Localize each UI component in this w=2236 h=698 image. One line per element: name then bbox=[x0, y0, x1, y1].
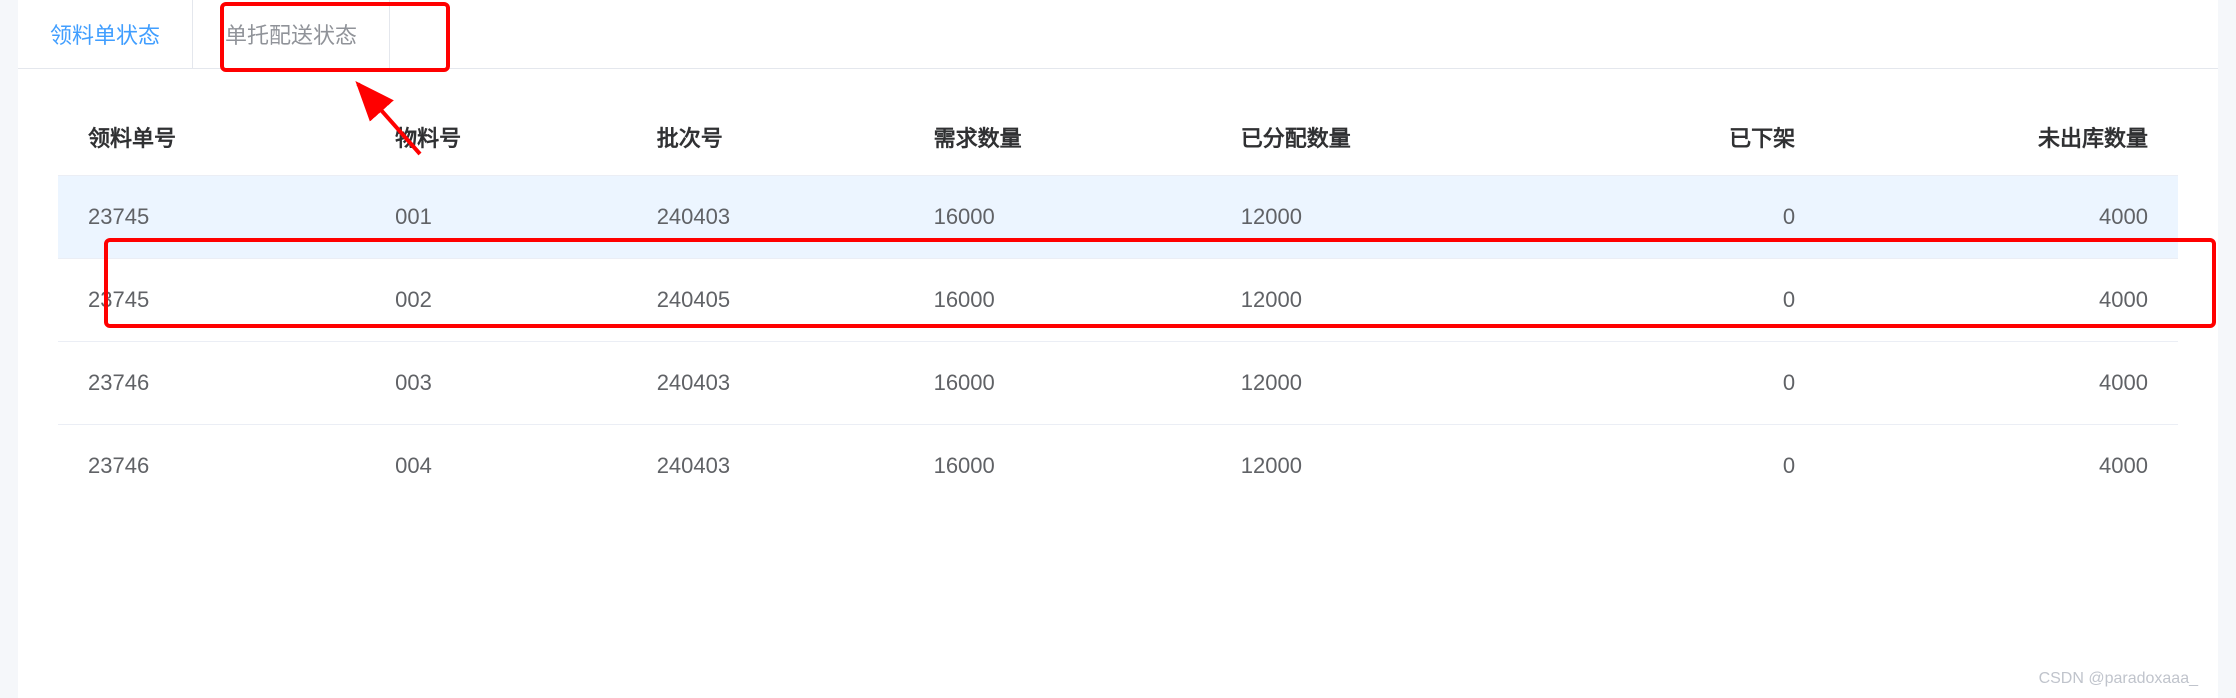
table-cell: 0 bbox=[1564, 259, 1826, 342]
tab-material-status[interactable]: 领料单状态 bbox=[18, 0, 193, 68]
col-allocated-qty: 已分配数量 bbox=[1211, 99, 1564, 176]
tabs-bar: 领料单状态 单托配送状态 bbox=[18, 0, 2218, 69]
table-cell: 0 bbox=[1564, 176, 1826, 259]
col-batch-no: 批次号 bbox=[627, 99, 904, 176]
table-cell: 16000 bbox=[904, 259, 1211, 342]
table-cell: 12000 bbox=[1211, 259, 1564, 342]
col-demand-qty: 需求数量 bbox=[904, 99, 1211, 176]
table-row[interactable]: 23745001240403160001200004000 bbox=[58, 176, 2178, 259]
table-row[interactable]: 23745002240405160001200004000 bbox=[58, 259, 2178, 342]
table-cell: 12000 bbox=[1211, 425, 1564, 508]
table-cell: 240405 bbox=[627, 259, 904, 342]
col-unshelved: 已下架 bbox=[1564, 99, 1826, 176]
data-table: 领料单号 物料号 批次号 需求数量 已分配数量 已下架 未出库数量 237450… bbox=[58, 99, 2178, 507]
table-cell: 23746 bbox=[58, 425, 365, 508]
table-cell: 16000 bbox=[904, 342, 1211, 425]
table-cell: 23746 bbox=[58, 342, 365, 425]
table-cell: 003 bbox=[365, 342, 627, 425]
table-row[interactable]: 23746003240403160001200004000 bbox=[58, 342, 2178, 425]
col-not-out-qty: 未出库数量 bbox=[1825, 99, 2178, 176]
table-cell: 12000 bbox=[1211, 342, 1564, 425]
table-cell: 12000 bbox=[1211, 176, 1564, 259]
table-cell: 4000 bbox=[1825, 342, 2178, 425]
table-cell: 001 bbox=[365, 176, 627, 259]
table-cell: 23745 bbox=[58, 259, 365, 342]
table-header: 领料单号 物料号 批次号 需求数量 已分配数量 已下架 未出库数量 bbox=[58, 99, 2178, 176]
table-row[interactable]: 23746004240403160001200004000 bbox=[58, 425, 2178, 508]
table-cell: 004 bbox=[365, 425, 627, 508]
table-cell: 002 bbox=[365, 259, 627, 342]
tab-delivery-status[interactable]: 单托配送状态 bbox=[193, 0, 390, 68]
table-container: 领料单号 物料号 批次号 需求数量 已分配数量 已下架 未出库数量 237450… bbox=[18, 69, 2218, 507]
table-cell: 0 bbox=[1564, 342, 1826, 425]
table-cell: 16000 bbox=[904, 176, 1211, 259]
table-cell: 4000 bbox=[1825, 425, 2178, 508]
table-cell: 4000 bbox=[1825, 259, 2178, 342]
table-cell: 0 bbox=[1564, 425, 1826, 508]
table-cell: 16000 bbox=[904, 425, 1211, 508]
table-cell: 23745 bbox=[58, 176, 365, 259]
col-material-no: 物料号 bbox=[365, 99, 627, 176]
table-cell: 240403 bbox=[627, 342, 904, 425]
table-cell: 240403 bbox=[627, 425, 904, 508]
main-container: 领料单状态 单托配送状态 领料单号 物料号 批次号 需求数量 已分配数量 已下架… bbox=[18, 0, 2218, 698]
table-cell: 240403 bbox=[627, 176, 904, 259]
col-order-no: 领料单号 bbox=[58, 99, 365, 176]
table-body: 2374500124040316000120000400023745002240… bbox=[58, 176, 2178, 508]
watermark: CSDN @paradoxaaa_ bbox=[2039, 670, 2198, 688]
table-cell: 4000 bbox=[1825, 176, 2178, 259]
